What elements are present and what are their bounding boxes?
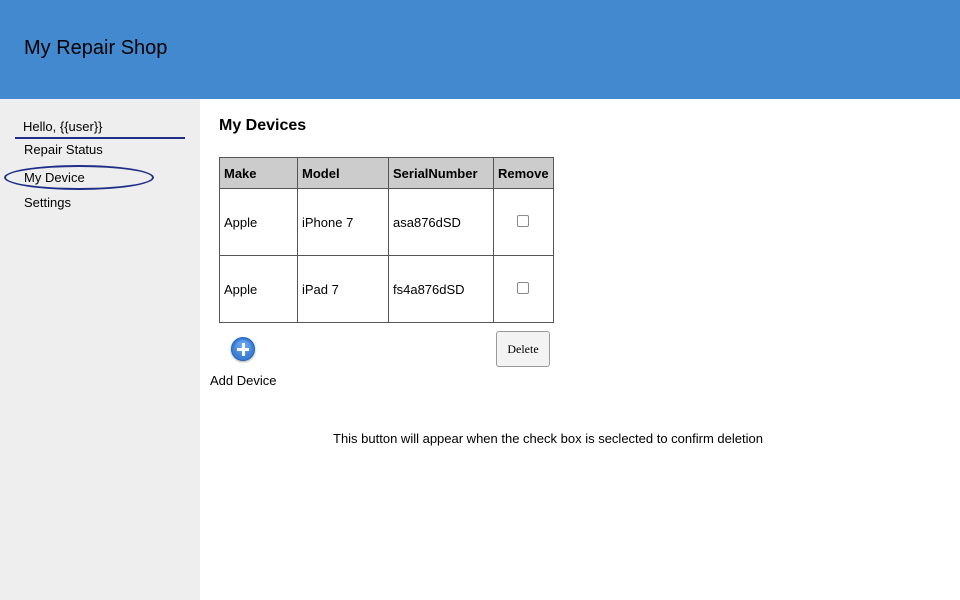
add-device-label: Add Device [210,373,277,388]
cell-model: iPad 7 [297,255,389,323]
cell-model: iPhone 7 [297,188,389,256]
devices-table: Make Model SerialNumber Remove Apple iPh… [219,157,554,323]
remove-checkbox[interactable] [517,214,530,227]
greeting-divider [15,137,185,139]
cell-serial: fs4a876dSD [388,255,494,323]
remove-checkbox[interactable] [517,281,530,294]
cell-remove [493,255,554,323]
cell-make: Apple [219,188,298,256]
cell-make: Apple [219,255,298,323]
cell-serial: asa876dSD [388,188,494,256]
sidebar-item-my-device[interactable]: My Device [24,170,85,185]
cell-remove [493,188,554,256]
user-greeting: Hello, {{user}} [23,119,103,134]
table-header-row: Make Model SerialNumber Remove [219,157,554,189]
table-row: Apple iPad 7 fs4a876dSD [219,255,554,323]
sidebar: Hello, {{user}} Repair Status My Device … [0,99,200,600]
table-row: Apple iPhone 7 asa876dSD [219,188,554,256]
sidebar-item-settings[interactable]: Settings [24,195,71,210]
column-header-make: Make [219,157,298,189]
app-title: My Repair Shop [24,37,168,59]
column-header-serial: SerialNumber [388,157,494,189]
app-header: My Repair Shop [0,0,960,99]
column-header-remove: Remove [493,157,554,189]
delete-button[interactable]: Delete [496,331,550,367]
column-header-model: Model [297,157,389,189]
sidebar-item-repair-status[interactable]: Repair Status [24,142,103,157]
delete-note: This button will appear when the check b… [333,431,763,446]
add-device-button[interactable] [231,337,255,361]
page-title: My Devices [219,117,307,134]
